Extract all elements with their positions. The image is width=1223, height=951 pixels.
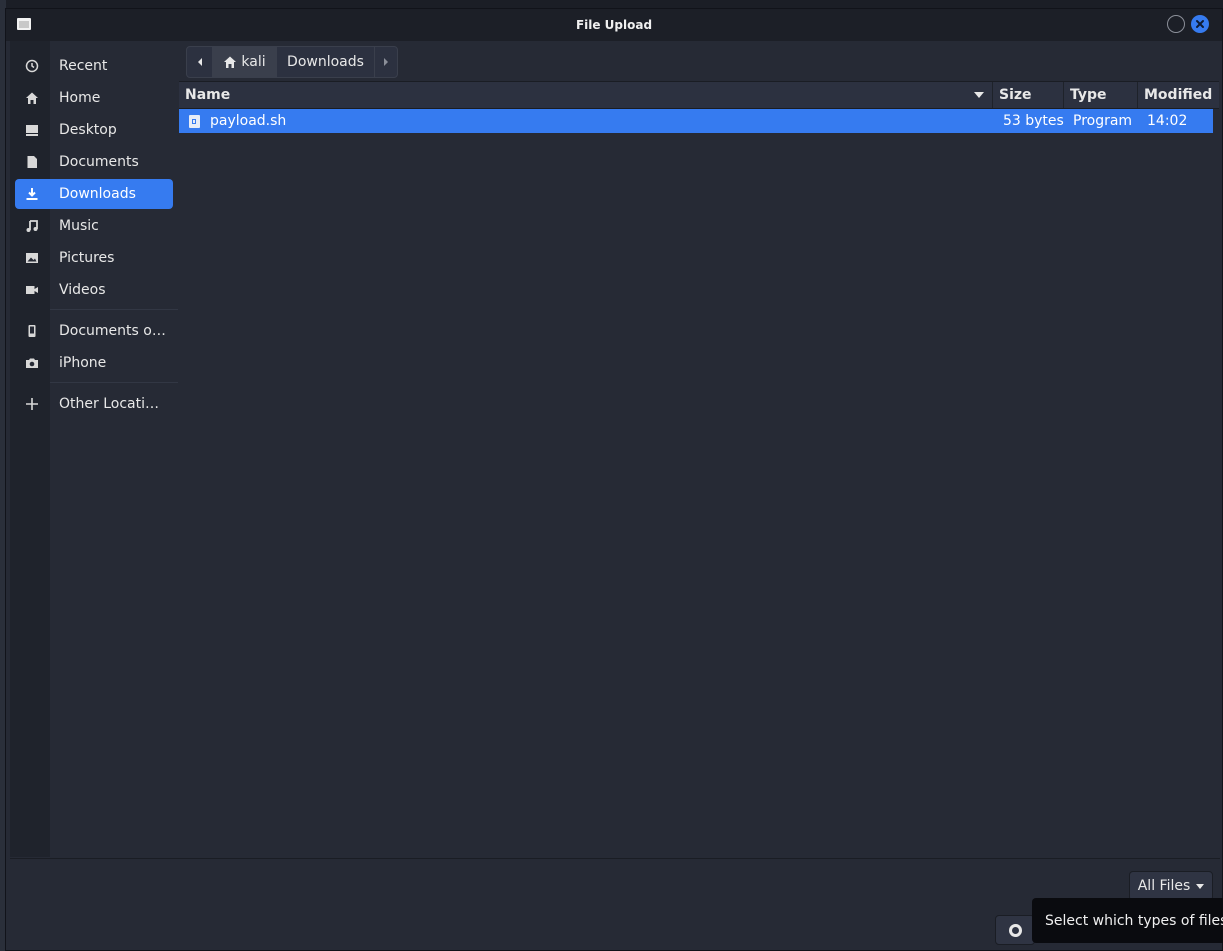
path-back-button[interactable] xyxy=(187,47,213,77)
camera-icon xyxy=(26,358,38,368)
script-file-icon xyxy=(189,114,200,128)
sidebar-item-label: Other Locations xyxy=(59,396,167,412)
close-icon xyxy=(1196,20,1204,28)
sidebar-item-videos[interactable]: Videos xyxy=(15,275,173,305)
sidebar-item-downloads[interactable]: Downloads xyxy=(15,179,173,209)
path-home-button[interactable]: kali xyxy=(213,47,277,77)
radio-icon xyxy=(1008,923,1022,937)
sidebar-item-label: iPhone xyxy=(59,355,107,371)
home-icon xyxy=(26,92,38,104)
phone-icon xyxy=(28,325,36,337)
file-size: 53 bytes xyxy=(1003,113,1064,129)
window-icon xyxy=(17,18,31,30)
desktop-icon xyxy=(26,125,38,136)
filter-label: All Files xyxy=(1137,878,1191,894)
file-browser: kali Downloads Name Size Type Modified p… xyxy=(179,41,1222,858)
column-header-label: Modified xyxy=(1144,87,1213,103)
sidebar-separator xyxy=(50,382,178,383)
sidebar-item-label: Downloads xyxy=(59,186,136,202)
filter-tooltip: Select which types of files a xyxy=(1032,898,1223,943)
sidebar-item-label: Music xyxy=(59,218,99,234)
sidebar-item-pictures[interactable]: Pictures xyxy=(15,243,173,273)
path-downloads-button[interactable]: Downloads xyxy=(277,47,375,77)
home-icon xyxy=(224,56,237,68)
file-upload-dialog: File Upload Recent Home Desktop Document… xyxy=(5,8,1223,951)
path-current-label: Downloads xyxy=(287,54,364,70)
close-button[interactable] xyxy=(1191,15,1209,33)
column-header-type[interactable]: Type xyxy=(1064,82,1138,108)
download-icon xyxy=(26,188,38,200)
path-home-label: kali xyxy=(241,54,266,70)
picture-icon xyxy=(26,253,38,263)
path-forward-button[interactable] xyxy=(375,47,397,77)
sidebar-item-label: Videos xyxy=(59,282,106,298)
video-icon xyxy=(26,286,38,294)
sidebar-item-recent[interactable]: Recent xyxy=(15,51,173,81)
file-type: Program xyxy=(1073,113,1133,129)
column-header-label: Size xyxy=(999,87,1032,103)
file-row-selected[interactable]: payload.sh 53 bytes Program 14:02 xyxy=(179,109,1213,133)
sidebar-item-label: Recent xyxy=(59,58,108,74)
sidebar-item-iphone[interactable]: iPhone xyxy=(15,348,173,378)
sidebar-item-label: Documents xyxy=(59,154,139,170)
clock-icon xyxy=(25,59,39,73)
places-sidebar: Recent Home Desktop Documents Downloads … xyxy=(10,41,178,857)
sidebar-item-label: Desktop xyxy=(59,122,117,138)
file-type-filter-dropdown[interactable]: All Files xyxy=(1129,871,1213,901)
chevron-left-icon xyxy=(197,58,202,66)
sidebar-item-label: Pictures xyxy=(59,250,115,266)
column-header-label: Type xyxy=(1070,87,1107,103)
column-header-name[interactable]: Name xyxy=(179,82,993,108)
minimize-button[interactable] xyxy=(1167,15,1185,33)
sidebar-item-home[interactable]: Home xyxy=(15,83,173,113)
sidebar-item-music[interactable]: Music xyxy=(15,211,173,241)
sidebar-item-other-locations[interactable]: Other Locations xyxy=(15,389,173,419)
file-modified: 14:02 xyxy=(1147,113,1188,129)
sidebar-item-phone-documents[interactable]: Documents o… xyxy=(15,316,173,346)
titlebar: File Upload xyxy=(6,9,1222,41)
column-header-size[interactable]: Size xyxy=(993,82,1064,108)
option-radio-button[interactable] xyxy=(995,915,1035,945)
column-header-modified[interactable]: Modified xyxy=(1138,82,1215,108)
sidebar-item-label: Home xyxy=(59,90,101,106)
chevron-down-icon xyxy=(1196,883,1205,889)
music-icon xyxy=(26,220,38,232)
column-header-label: Name xyxy=(185,87,231,103)
chevron-right-icon xyxy=(384,58,388,66)
sidebar-separator xyxy=(50,309,178,310)
sidebar-item-desktop[interactable]: Desktop xyxy=(15,115,173,145)
sort-down-icon xyxy=(974,92,984,98)
window-title: File Upload xyxy=(575,18,653,32)
column-header-row: Name Size Type Modified xyxy=(179,82,1219,109)
sidebar-item-label: Documents o… xyxy=(59,323,166,339)
file-name: payload.sh xyxy=(210,113,287,129)
file-list: Name Size Type Modified payload.sh 53 by… xyxy=(179,81,1219,858)
document-icon xyxy=(27,156,37,168)
path-bar: kali Downloads xyxy=(186,46,398,78)
plus-icon xyxy=(26,398,38,410)
sidebar-item-documents[interactable]: Documents xyxy=(15,147,173,177)
